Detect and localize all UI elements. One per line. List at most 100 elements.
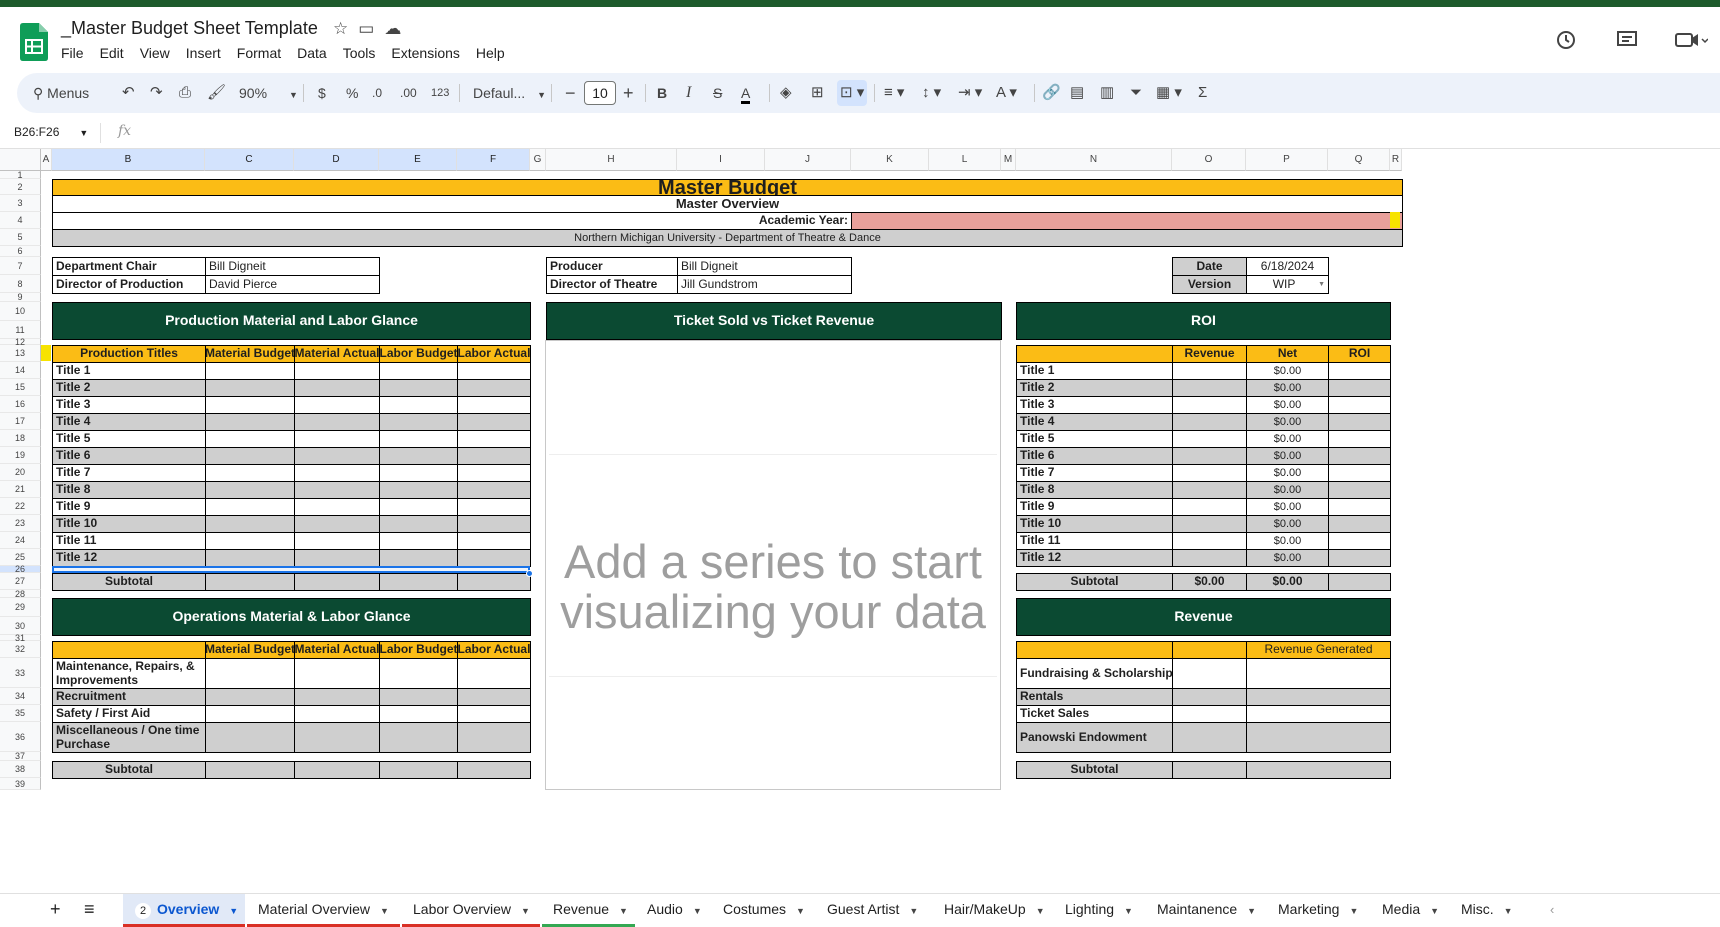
roi-header-1[interactable]: Net [1246, 345, 1329, 363]
text-rotation-icon[interactable]: A ▾ [996, 73, 1017, 113]
selection-drag-handle[interactable] [526, 570, 533, 577]
column-header-F[interactable]: F [457, 149, 530, 171]
prod-title-5[interactable]: Title 5 [52, 430, 206, 448]
roi-title-4[interactable]: Title 4 [1016, 413, 1173, 431]
redo-icon[interactable]: ↷ [150, 73, 163, 113]
roi-revenue-cell[interactable] [1172, 447, 1247, 465]
ops-subtotal-cell[interactable] [379, 761, 458, 779]
menu-help[interactable]: Help [476, 45, 505, 61]
ops-cell[interactable] [379, 705, 458, 723]
spreadsheet-grid[interactable]: ABCDEFGHIJKLMNOPQR 1 2 3 4 5 6 7 8 9 10 11 12 13 14 15… [0, 149, 1720, 893]
ops-cell[interactable] [457, 722, 531, 753]
tab-revenue[interactable]: Revenue ▼ [542, 894, 635, 927]
prod-cell[interactable] [205, 379, 295, 397]
dir-theatre-value[interactable]: Jill Gundstrom [677, 275, 852, 294]
revenue-header-blank-2[interactable] [1172, 641, 1247, 659]
prod-cell[interactable] [379, 430, 458, 448]
ops-cell[interactable] [379, 658, 458, 689]
ops-header-blank[interactable] [52, 641, 206, 659]
table-view-icon[interactable]: ▦ ▾ [1156, 73, 1182, 113]
prod-subtotal-cell[interactable] [379, 573, 458, 591]
text-color-icon[interactable]: A [741, 73, 751, 113]
roi-revenue-cell[interactable] [1172, 515, 1247, 533]
ops-header-3[interactable]: Labor Actual [457, 641, 531, 659]
ops-cell[interactable] [205, 705, 295, 723]
revenue-generated-cell[interactable] [1246, 658, 1391, 689]
roi-net-cell[interactable]: $0.00 [1246, 413, 1329, 431]
star-icon[interactable]: ☆ [333, 19, 348, 39]
sheet-title[interactable]: Master Budget [52, 179, 1403, 196]
prod-cell[interactable] [294, 379, 380, 397]
fill-color-icon[interactable]: ◈ [780, 73, 792, 113]
academic-year-label[interactable]: Academic Year: [52, 212, 852, 230]
font-select[interactable]: Defaul... ▼ [473, 73, 546, 113]
row-header-16[interactable]: 16 [0, 396, 41, 413]
roi-net-cell[interactable]: $0.00 [1246, 481, 1329, 499]
percent-format-button[interactable]: % [346, 73, 358, 113]
prod-cell[interactable] [205, 430, 295, 448]
roi-roi-cell[interactable] [1328, 498, 1391, 516]
revenue-row-1[interactable]: Fundraising & Scholarships [1016, 658, 1173, 689]
row-header-3[interactable]: 3 [0, 195, 41, 212]
tab-material-overview[interactable]: Material Overview ▼ [247, 894, 400, 927]
ops-header-2[interactable]: Labor Budget [379, 641, 458, 659]
roi-subtotal-revenue[interactable]: $0.00 [1172, 573, 1247, 591]
ops-header-1[interactable]: Material Actual [294, 641, 380, 659]
prod-cell[interactable] [294, 515, 380, 533]
font-size-input[interactable]: 10 [584, 81, 616, 105]
roi-revenue-cell[interactable] [1172, 464, 1247, 482]
prod-cell[interactable] [379, 413, 458, 431]
row-header-20[interactable]: 20 [0, 464, 41, 481]
decrease-decimal-button[interactable]: .0 [372, 73, 382, 113]
revenue-subtotal-cell[interactable] [1172, 761, 1247, 779]
prod-cell[interactable] [379, 447, 458, 465]
roi-title-1[interactable]: Title 1 [1016, 362, 1173, 380]
prod-header-3[interactable]: Labor Budget [379, 345, 458, 363]
ops-cell[interactable] [379, 722, 458, 753]
search-menus[interactable]: ⚲ Menus [33, 73, 89, 113]
roi-net-cell[interactable]: $0.00 [1246, 396, 1329, 414]
column-header-Q[interactable]: Q [1328, 149, 1390, 171]
prod-cell[interactable] [205, 396, 295, 414]
prod-cell[interactable] [294, 362, 380, 380]
ops-cell[interactable] [457, 658, 531, 689]
prod-cell[interactable] [457, 396, 531, 414]
row-header-9[interactable]: 9 [0, 293, 41, 302]
roi-net-cell[interactable]: $0.00 [1246, 430, 1329, 448]
roi-net-cell[interactable]: $0.00 [1246, 464, 1329, 482]
roi-revenue-cell[interactable] [1172, 532, 1247, 550]
roi-title-2[interactable]: Title 2 [1016, 379, 1173, 397]
ops-glance-header[interactable]: Operations Material & Labor Glance [52, 598, 531, 636]
tab-maintanence[interactable]: Maintanence ▼ [1157, 894, 1256, 927]
row-header-4[interactable]: 4 [0, 212, 41, 229]
roi-revenue-cell[interactable] [1172, 549, 1247, 567]
roi-title-9[interactable]: Title 9 [1016, 498, 1173, 516]
ops-cell[interactable] [294, 705, 380, 723]
prod-cell[interactable] [457, 379, 531, 397]
tab-guest-artist[interactable]: Guest Artist ▼ [827, 894, 918, 927]
row-header-34[interactable]: 34 [0, 688, 41, 705]
ops-header-0[interactable]: Material Budget [205, 641, 295, 659]
revenue-subtotal-cell-2[interactable] [1246, 761, 1391, 779]
chart-header[interactable]: Ticket Sold vs Ticket Revenue [546, 302, 1002, 340]
row-header-21[interactable]: 21 [0, 481, 41, 498]
prod-subtotal-cell[interactable] [457, 573, 531, 591]
prod-cell[interactable] [205, 515, 295, 533]
ops-cell[interactable] [205, 688, 295, 706]
prod-cell[interactable] [457, 549, 531, 567]
row-header-6[interactable]: 6 [0, 246, 41, 257]
roi-title-12[interactable]: Title 12 [1016, 549, 1173, 567]
ops-subtotal-cell[interactable] [457, 761, 531, 779]
row-header-23[interactable]: 23 [0, 515, 41, 532]
roi-roi-cell[interactable] [1328, 464, 1391, 482]
roi-roi-cell[interactable] [1328, 430, 1391, 448]
tab-lighting[interactable]: Lighting ▼ [1065, 894, 1133, 927]
document-title[interactable]: _Master Budget Sheet Template [61, 18, 318, 39]
column-header-D[interactable]: D [294, 149, 379, 171]
functions-icon[interactable]: Σ [1198, 73, 1207, 113]
prod-cell[interactable] [294, 549, 380, 567]
column-header-J[interactable]: J [765, 149, 851, 171]
row-header-26[interactable]: 26 [0, 565, 41, 574]
roi-title-10[interactable]: Title 10 [1016, 515, 1173, 533]
roi-roi-cell[interactable] [1328, 515, 1391, 533]
